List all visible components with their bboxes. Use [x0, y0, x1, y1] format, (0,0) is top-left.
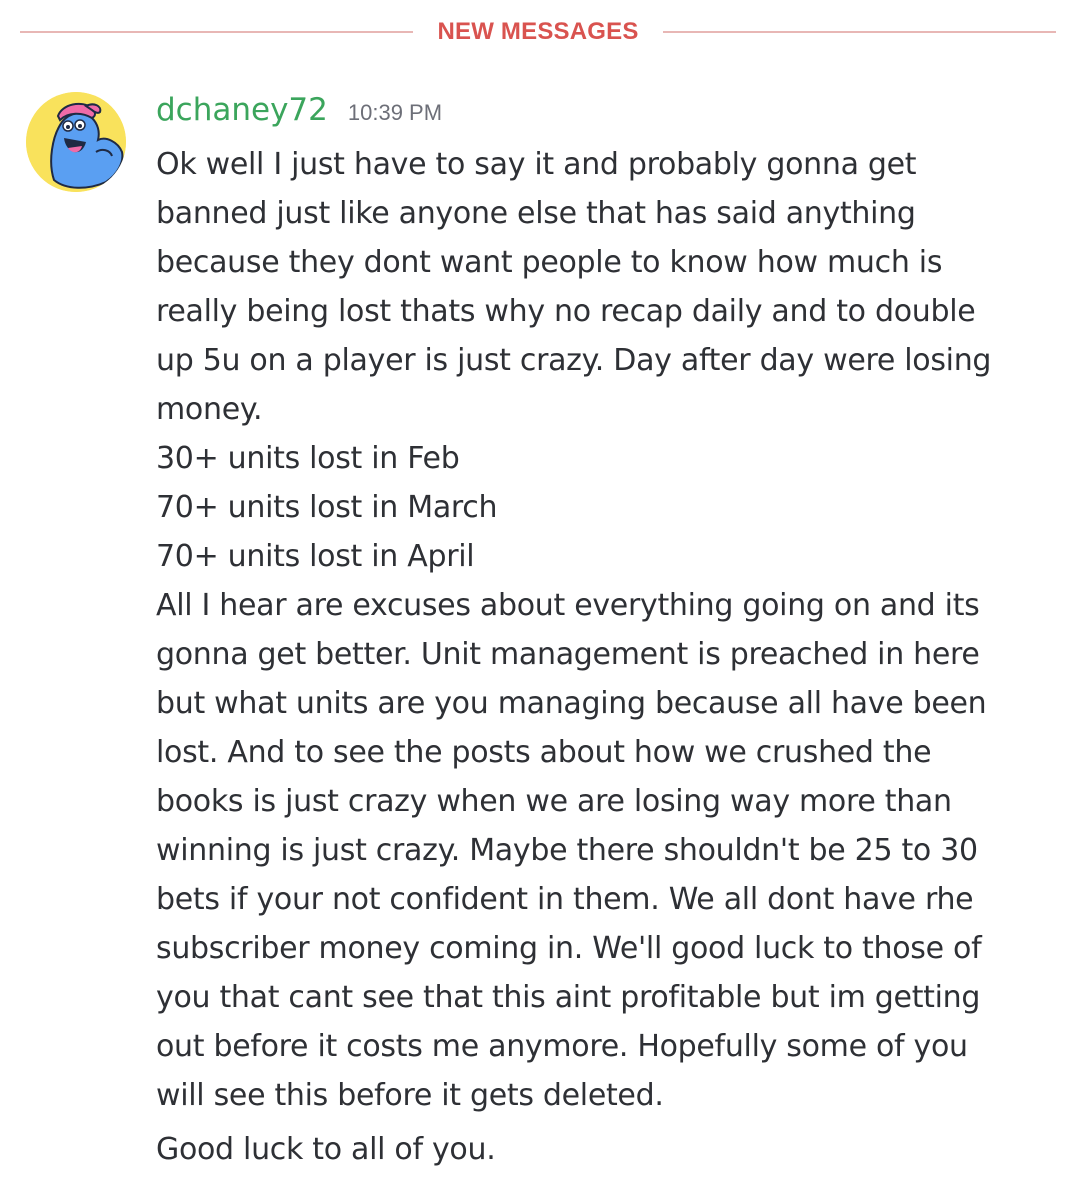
message-header: dchaney72 10:39 PM: [156, 92, 1036, 140]
message-timestamp[interactable]: 10:39 PM: [348, 100, 442, 126]
message-line: bets if your not confident in them. We a…: [156, 882, 974, 917]
message-line: gonna get better. Unit management is pre…: [156, 637, 980, 672]
message-line: lost. And to see the posts about how we …: [156, 735, 932, 770]
message-line: you that cant see that this aint profita…: [156, 980, 981, 1015]
message-line: up 5u on a player is just crazy. Day aft…: [156, 343, 992, 378]
message-signoff: Good luck to all of you.: [156, 1132, 496, 1167]
message-line: because they dont want people to know ho…: [156, 245, 943, 280]
blue-creature-avatar-icon[interactable]: [26, 92, 126, 192]
message-line: money.: [156, 392, 263, 427]
message-line: Ok well I just have to say it and probab…: [156, 147, 917, 182]
message-content: dchaney72 10:39 PM Ok well I just have t…: [156, 92, 1036, 1174]
message-line: 30+ units lost in Feb: [156, 441, 460, 476]
message-line: winning is just crazy. Maybe there shoul…: [156, 833, 978, 868]
message-body: Ok well I just have to say it and probab…: [156, 140, 1036, 1120]
new-messages-label: NEW MESSAGES: [437, 18, 639, 45]
divider-line-left: [20, 31, 414, 33]
message-line: really being lost thats why no recap dai…: [156, 294, 976, 329]
message-line: All I hear are excuses about everything …: [156, 588, 980, 623]
new-messages-divider: NEW MESSAGES: [20, 14, 1056, 50]
message-line: will see this before it gets deleted.: [156, 1078, 664, 1113]
message-line: subscriber money coming in. We'll good l…: [156, 931, 982, 966]
username[interactable]: dchaney72: [156, 92, 328, 128]
message-line: books is just crazy when we are losing w…: [156, 784, 952, 819]
message-line: 70+ units lost in April: [156, 539, 475, 574]
message-line: out before it costs me anymore. Hopefull…: [156, 1029, 968, 1064]
message-line: 70+ units lost in March: [156, 490, 498, 525]
divider-line-right: [662, 31, 1056, 33]
message-line: banned just like anyone else that has sa…: [156, 196, 916, 231]
message-line: but what units are you managing because …: [156, 686, 987, 721]
